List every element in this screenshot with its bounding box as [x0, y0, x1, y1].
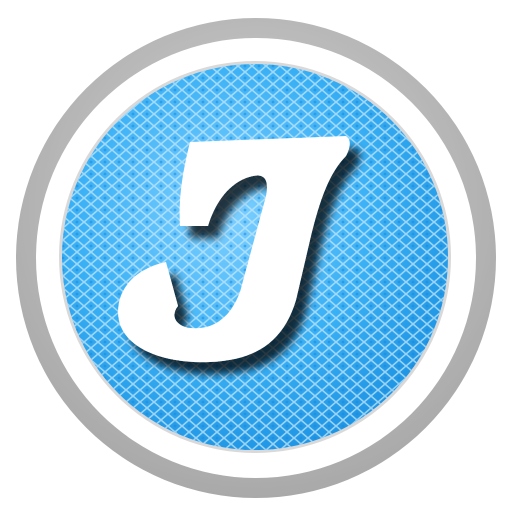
- app-icon[interactable]: [0, 0, 512, 512]
- app-icon-graphic: [16, 18, 496, 498]
